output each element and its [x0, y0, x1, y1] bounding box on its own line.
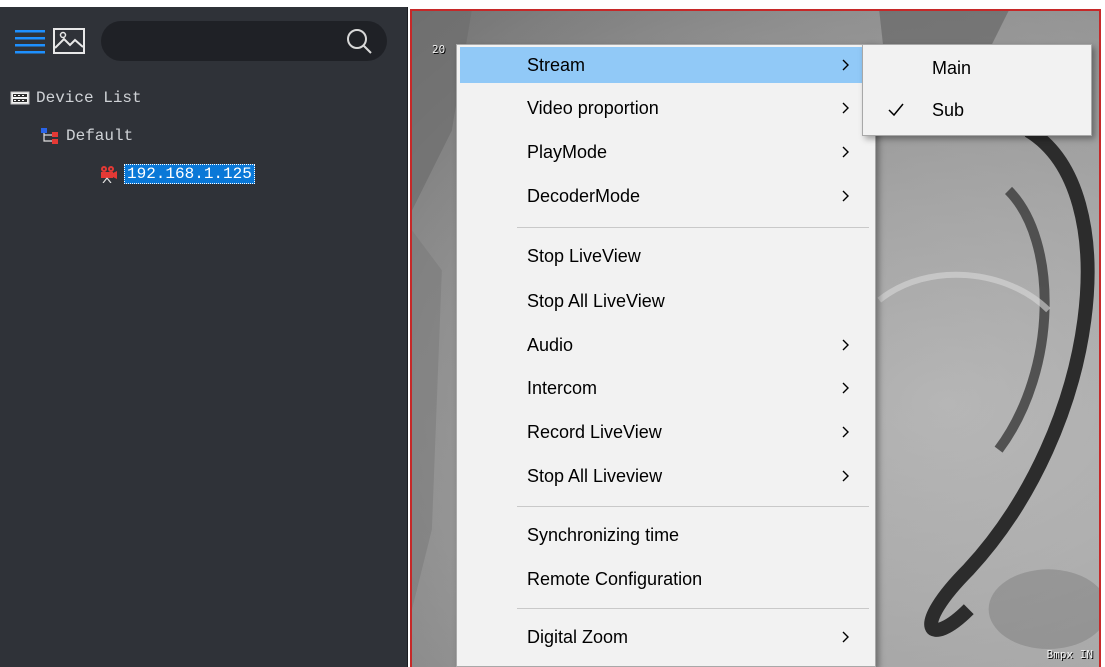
submenu-arrow-icon — [842, 59, 849, 71]
menu-item-video-proportion[interactable]: Video proportion — [460, 90, 872, 126]
menu-item-label: Video proportion — [527, 97, 659, 118]
tree-root-label: Device List — [36, 89, 142, 107]
list-view-icon[interactable] — [14, 27, 46, 55]
tree-device-label: 192.168.1.125 — [124, 164, 255, 184]
menu-item-label: Stop LiveView — [527, 245, 641, 266]
tree-root-device-list[interactable]: Device List — [10, 85, 142, 111]
menu-item-label: Intercom — [527, 377, 598, 398]
menu-item-label: Stream — [527, 54, 586, 75]
search-input[interactable] — [119, 29, 333, 55]
menu-item-decodermode[interactable]: DecoderMode — [460, 178, 872, 214]
menu-item-stop-all-liveview-2[interactable]: Stop All Liveview — [460, 458, 872, 494]
device-list-icon — [10, 91, 30, 105]
submenu-arrow-icon — [842, 631, 849, 643]
submenu-item-label: Sub — [932, 99, 965, 120]
menu-item-label: Stop All Liveview — [527, 465, 663, 486]
submenu-arrow-icon — [842, 382, 849, 394]
device-group-icon — [41, 128, 58, 144]
submenu-arrow-icon — [842, 470, 849, 482]
menu-item-stream[interactable]: Stream — [460, 47, 872, 83]
submenu-item-sub[interactable]: Sub — [866, 91, 1088, 129]
osd-bitrate-text: Bmpx IN — [1046, 648, 1093, 661]
camera-icon — [101, 166, 117, 183]
image-view-icon[interactable] — [52, 27, 86, 55]
submenu-arrow-icon — [842, 426, 849, 438]
submenu-arrow-icon — [842, 146, 849, 158]
menu-item-synchronizing-time[interactable]: Synchronizing time — [460, 517, 872, 553]
video-context-menu: Stream Video proportion PlayMode Decoder… — [456, 44, 876, 667]
menu-separator — [517, 227, 869, 228]
stream-submenu: Main Sub — [862, 44, 1092, 136]
search-icon[interactable] — [345, 27, 373, 55]
menu-item-record-liveview[interactable]: Record LiveView — [460, 414, 872, 450]
submenu-arrow-icon — [842, 190, 849, 202]
menu-separator — [517, 608, 869, 609]
menu-separator — [517, 506, 869, 507]
menu-item-label: Stop All LiveView — [527, 290, 665, 311]
menu-item-audio[interactable]: Audio — [460, 327, 872, 363]
submenu-arrow-icon — [842, 339, 849, 351]
tree-group-label: Default — [66, 127, 134, 145]
menu-item-label: Record LiveView — [527, 421, 662, 442]
menu-item-label: PlayMode — [527, 141, 608, 162]
tree-group-default[interactable]: Default — [40, 123, 133, 149]
menu-item-label: Digital Zoom — [527, 626, 629, 647]
search-box — [101, 21, 387, 61]
checkmark-icon — [888, 103, 904, 117]
menu-item-label: Synchronizing time — [527, 524, 680, 545]
menu-item-digital-zoom[interactable]: Digital Zoom — [460, 619, 872, 655]
submenu-item-main[interactable]: Main — [866, 49, 1088, 87]
panel-toolbar — [0, 7, 407, 73]
menu-item-label: DecoderMode — [527, 185, 641, 206]
menu-item-intercom[interactable]: Intercom — [460, 370, 872, 406]
menu-item-stop-liveview[interactable]: Stop LiveView — [460, 238, 872, 274]
menu-item-label: Remote Configuration — [527, 568, 703, 589]
submenu-item-label: Main — [932, 57, 972, 78]
tree-device-item[interactable]: 192.168.1.125 — [98, 161, 255, 187]
device-panel: Device List Default 192.168.1.125 — [0, 7, 408, 667]
submenu-arrow-icon — [842, 102, 849, 114]
menu-item-stop-all-liveview[interactable]: Stop All LiveView — [460, 283, 872, 319]
menu-item-label: Audio — [527, 334, 574, 355]
menu-item-remote-configuration[interactable]: Remote Configuration — [460, 561, 872, 597]
menu-item-playmode[interactable]: PlayMode — [460, 134, 872, 170]
osd-timestamp-text: 20 — [432, 43, 446, 56]
